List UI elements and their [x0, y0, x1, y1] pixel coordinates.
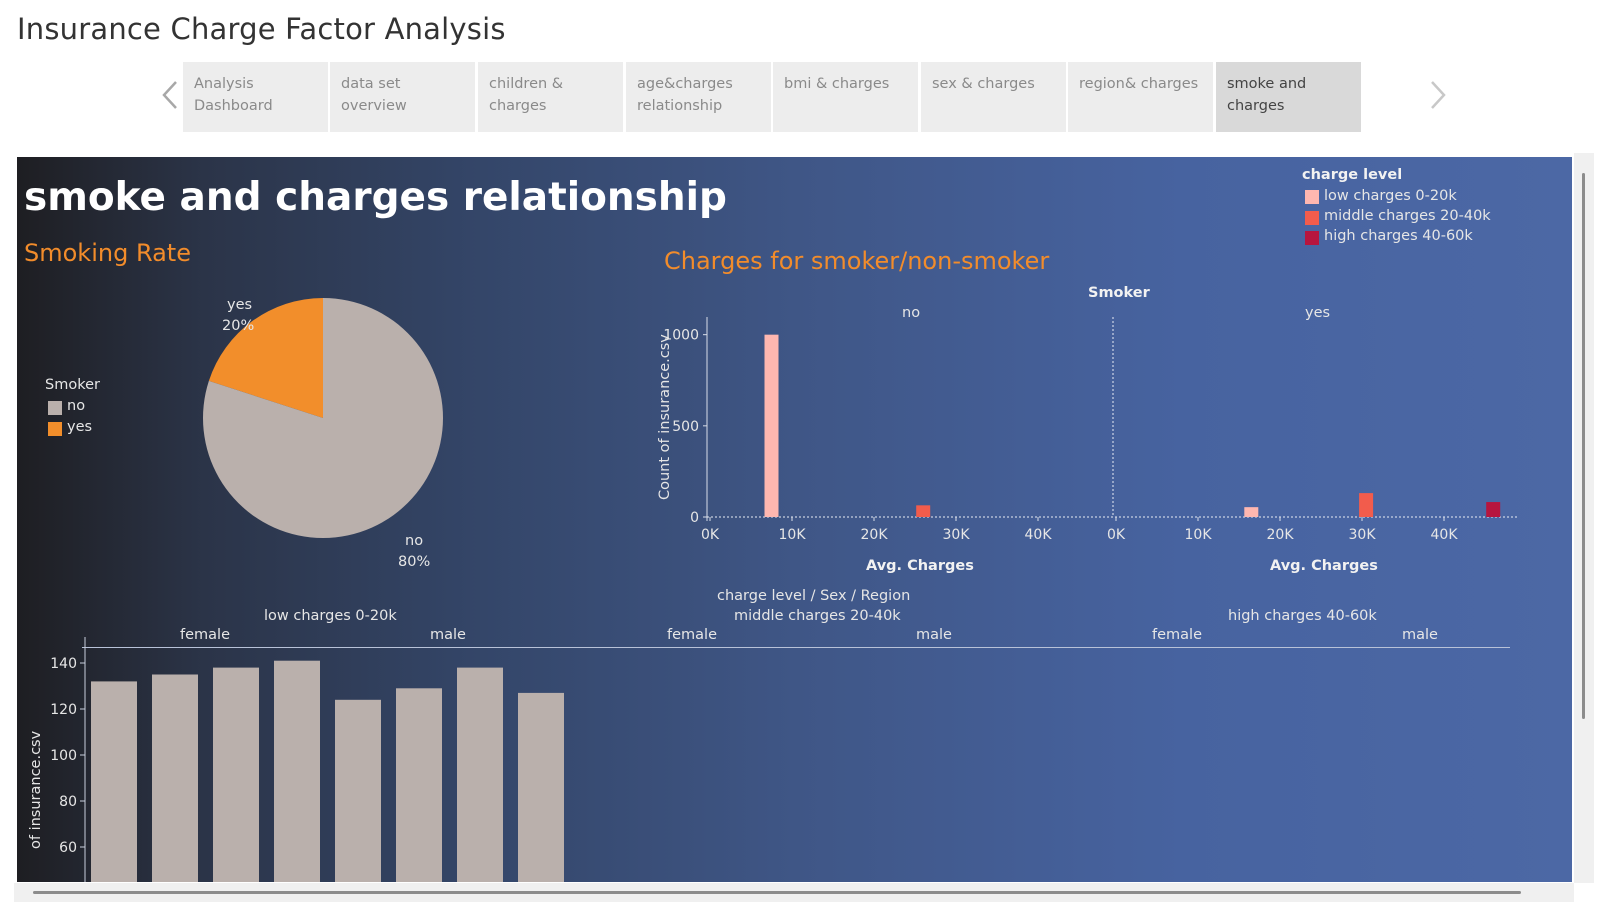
- smoking-rate-pie: [203, 298, 443, 538]
- smoker-column-header: Smoker: [1088, 285, 1150, 301]
- hist-x-tick-label: 0K: [1107, 527, 1126, 543]
- count-bar[interactable]: [274, 660, 320, 882]
- hist-y-tick-label: 0: [690, 510, 699, 526]
- sex-header-female-high: female: [1152, 627, 1202, 643]
- count-bar[interactable]: [152, 674, 198, 883]
- tab-label-line1: smoke and: [1227, 76, 1307, 92]
- smoker-charges-chart: 100050000K 10K 20K 30K 40K 0K 10K 20K 30K 40K: [663, 317, 1517, 543]
- hist-x-tick-label: 40K: [1431, 527, 1459, 543]
- tab-label-line1: data set overview: [341, 76, 407, 114]
- tab-data-set-overview[interactable]: data set overview: [330, 62, 475, 132]
- vertical-scrollbar-thumb[interactable]: [1582, 173, 1585, 719]
- level-header-high: high charges 40-60k: [1228, 608, 1377, 624]
- pie-label-yes-name: yes: [227, 297, 253, 313]
- chevron-right-icon[interactable]: [1424, 78, 1450, 112]
- legend-label-no[interactable]: no: [67, 398, 85, 414]
- hist-bar-yes-high[interactable]: [1486, 502, 1501, 517]
- legend-swatch-low: [1305, 190, 1319, 204]
- tab-analysis-dashboard[interactable]: Analysis Dashboard: [183, 62, 328, 132]
- bar-y-tick-label: 140: [50, 656, 77, 672]
- tab-label-line1: bmi & charges: [784, 76, 890, 92]
- panel-header-yes: yes: [1305, 305, 1331, 321]
- tab-label-line1: Analysis: [194, 76, 254, 92]
- hist-y-tick-label: 500: [672, 419, 699, 435]
- hist-bar-yes-low[interactable]: [1244, 507, 1259, 517]
- count-bar[interactable]: [396, 688, 442, 882]
- level-header-low: low charges 0-20k: [264, 608, 397, 624]
- region-count-bar-chart: 140 120 100 80 60: [50, 637, 564, 883]
- tab-label-line2: relationship: [637, 98, 723, 114]
- hist-bar-yes-middle[interactable]: [1359, 493, 1374, 517]
- panel-header-no: no: [902, 305, 921, 321]
- tab-label-line1: region& charges: [1079, 76, 1199, 92]
- charges-chart-title: Charges for smoker/non-smoker: [664, 247, 1050, 275]
- bar-y-axis-label: of insurance.csv: [28, 730, 44, 849]
- hist-x-tick-label: 20K: [861, 527, 889, 543]
- hist-bar-no-middle[interactable]: [916, 505, 931, 517]
- bar-y-tick-label: 100: [50, 748, 77, 764]
- tab-bmi-charges[interactable]: bmi & charges: [773, 62, 918, 132]
- hist-y-axis-label: Count of insurance.csv: [657, 334, 673, 500]
- legend-swatch-high: [1305, 231, 1319, 245]
- hist-x-axis-label-yes: Avg. Charges: [1270, 558, 1378, 574]
- hist-x-tick-label: 20K: [1267, 527, 1295, 543]
- level-header-middle: middle charges 20-40k: [734, 608, 901, 624]
- bar-y-tick-label: 60: [59, 840, 77, 856]
- hist-x-tick-label: 10K: [779, 527, 807, 543]
- sex-header-male-high: male: [1402, 627, 1438, 643]
- tab-region-charges[interactable]: region& charges: [1068, 62, 1213, 132]
- page-title: Insurance Charge Factor Analysis: [17, 12, 506, 46]
- legend-label-middle[interactable]: middle charges 20-40k: [1324, 208, 1491, 224]
- bar-y-tick-label: 120: [50, 702, 77, 718]
- hist-x-tick-label: 10K: [1185, 527, 1213, 543]
- vertical-scrollbar[interactable]: [1574, 153, 1594, 883]
- hist-x-tick-label: 0K: [701, 527, 720, 543]
- horizontal-scrollbar-thumb[interactable]: [33, 891, 1521, 894]
- sex-header-female-middle: female: [667, 627, 717, 643]
- tab-label-line1: children & charges: [489, 76, 564, 114]
- hist-x-tick-label: 30K: [943, 527, 971, 543]
- pie-label-yes-pct: 20%: [222, 318, 255, 334]
- legend-swatch-yes: [48, 422, 62, 436]
- legend-swatch-middle: [1305, 211, 1319, 225]
- tab-label-line1: sex & charges: [932, 76, 1035, 92]
- count-bar[interactable]: [335, 699, 381, 882]
- hist-x-axis-label-no: Avg. Charges: [866, 558, 974, 574]
- bar-panel-header: charge level / Sex / Region: [717, 588, 911, 604]
- dashboard: smoke and charges relationship Smoking R…: [17, 157, 1572, 882]
- hist-x-tick-label: 30K: [1349, 527, 1377, 543]
- bar-y-tick-label: 80: [59, 794, 77, 810]
- tab-label-line2: charges: [1227, 98, 1285, 114]
- dashboard-title: smoke and charges relationship: [24, 175, 727, 220]
- legend-label-high[interactable]: high charges 40-60k: [1324, 228, 1473, 244]
- tab-children-charges[interactable]: children & charges: [478, 62, 623, 132]
- legend-swatch-no: [48, 401, 62, 415]
- pie-label-no-name: no: [405, 533, 424, 549]
- count-bar[interactable]: [213, 667, 259, 882]
- sex-header-male-middle: male: [916, 627, 952, 643]
- smoking-rate-title: Smoking Rate: [24, 239, 191, 267]
- hist-x-tick-label: 40K: [1025, 527, 1053, 543]
- count-bar[interactable]: [457, 667, 503, 882]
- pie-label-no-pct: 80%: [398, 554, 431, 570]
- chevron-left-icon[interactable]: [158, 78, 184, 112]
- tab-age-charges[interactable]: age&charges relationship: [626, 62, 771, 132]
- tab-label-line1: age&charges: [637, 76, 733, 92]
- tab-sex-charges[interactable]: sex & charges: [921, 62, 1066, 132]
- horizontal-scrollbar[interactable]: [14, 883, 1574, 902]
- legend-label-yes[interactable]: yes: [67, 419, 92, 435]
- tab-smoke-charges[interactable]: smoke and charges: [1216, 62, 1361, 132]
- legend-label-low[interactable]: low charges 0-20k: [1324, 188, 1457, 204]
- charge-level-legend-title: charge level: [1302, 167, 1403, 183]
- tab-label-line2: Dashboard: [194, 98, 273, 114]
- count-bar[interactable]: [518, 692, 564, 882]
- smoker-legend-title: Smoker: [45, 377, 100, 393]
- count-bar[interactable]: [91, 681, 137, 882]
- hist-bar-no-low[interactable]: [764, 334, 779, 517]
